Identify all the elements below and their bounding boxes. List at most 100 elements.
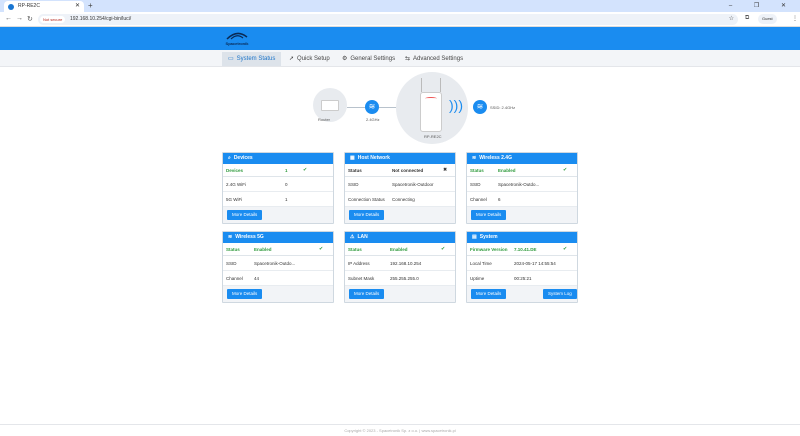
table-row: Status Enabled ✔ [223,243,333,256]
row-value: 1 [285,168,288,173]
monitor-icon: ▭ [228,56,234,62]
check-icon: ✔ [319,246,324,252]
card-footer: More Details [345,207,455,223]
router-icon [321,100,339,111]
card-footer: More Details [467,207,577,223]
close-tab-icon[interactable]: ✕ [75,1,80,12]
row-key: Firmware Version [470,247,508,252]
row-key: Connection Status [348,197,385,202]
card-title: LAN [357,234,368,240]
row-key: SSID [348,182,359,187]
network-icon: ▦ [350,155,355,161]
check-icon: ✔ [563,167,568,173]
card-header: ▤ System [467,232,577,243]
table-row: 2.4G WiFi 0 [223,177,333,192]
browser-toolbar: ← → ↻ Not secure 192.168.10.254/cgi-bin/… [0,12,800,27]
band-label: 2.4GHz [366,117,380,122]
table-row: Firmware Version 7.10.41.DE ✔ [467,243,577,256]
tab-system-status[interactable]: ▭ System Status [222,52,282,66]
more-details-button[interactable]: More Details [349,210,385,220]
check-icon: ✔ [441,246,446,252]
browser-tab-bar: RP-RE2C ✕ + – ❐ ✕ [0,0,800,12]
favicon-icon [8,4,14,10]
card-title: Wireless 2.4G [479,155,512,161]
antenna-icon [421,78,422,92]
row-key: Channel [226,276,243,281]
row-key: Status [348,168,362,173]
row-value: Spacetronik-Outdo... [254,261,296,266]
card-wireless-5g: ≋ Wireless 5G Status Enabled ✔ SSID Spacetro… [222,231,334,303]
tab-quick-setup[interactable]: ➚ Quick Setup [283,52,336,66]
brand-logo[interactable]: Spacetronik [222,31,252,47]
card-title: System [479,234,498,240]
check-icon: ✔ [303,167,308,173]
tab-label: System Status [236,56,276,62]
table-row: Connection Status Connecting [345,192,455,207]
window-controls[interactable]: – ❐ ✕ [729,0,796,12]
table-row: Devices 1 ✔ [223,164,333,177]
ssid-label: SSID: 2.4GHz [490,105,516,110]
wifi-icon: ≋ [365,100,379,114]
table-row: SSID Spacetronik-Outdo... [467,177,577,192]
menu-kebab-icon[interactable]: ⋮ [792,15,798,22]
row-value: Spacetronik-Outdo... [498,182,540,187]
row-key: Channel [470,197,487,202]
extensions-icon[interactable]: ⧉ [745,15,749,22]
card-title: Host Network [357,155,390,161]
gear-icon: ⚙ [342,56,348,62]
table-row: Channel 6 [467,192,577,207]
system-log-button[interactable]: System Log [543,289,577,299]
more-details-button[interactable]: More Details [349,289,385,299]
more-details-button[interactable]: More Details [471,210,507,220]
row-value: 00:25:21 [514,276,532,281]
topology-diagram: Router ≋ 2.4GHz RP-RE2C ))) ≋ SSID: 2.4G… [310,72,540,144]
browser-tab[interactable]: RP-RE2C ✕ [4,1,84,12]
tab-general-settings[interactable]: ⚙ General Settings [336,52,401,66]
wifi-icon: ≋ [473,100,487,114]
table-row: Status Not connected ✖ [345,164,455,177]
sliders-icon: ⇆ [405,56,411,62]
table-row: SSID Spacetronik-Outdoor [345,177,455,192]
logo-text: Spacetronik [225,41,249,46]
more-details-button[interactable]: More Details [227,289,263,299]
tab-label: Quick Setup [297,56,330,62]
new-tab-button[interactable]: + [88,1,93,11]
app-header: Spacetronik [0,27,800,50]
bookmark-star-icon[interactable]: ☆ [729,14,734,25]
cross-icon: ✖ [443,167,448,173]
row-key: Uptime [470,276,485,281]
table-row: Channel 44 [223,271,333,286]
card-header: ▦ Host Network [345,153,455,164]
router-label: Router [318,117,331,122]
card-lan: ⚠ LAN Status Enabled ✔ IP Address 192.168.10… [344,231,456,303]
extender-device-icon [420,92,442,132]
row-key: Status [226,247,240,252]
row-value: Enabled [390,247,408,252]
table-row: Uptime 00:25:21 [467,271,577,286]
security-chip[interactable]: Not secure [40,16,66,23]
tab-advanced-settings[interactable]: ⇆ Advanced Settings [399,52,469,66]
reload-icon[interactable]: ↻ [27,15,33,23]
row-value: 192.168.10.254 [390,261,422,266]
row-key: Local Time [470,261,492,266]
tab-label: General Settings [350,56,396,62]
forward-icon[interactable]: → [16,15,23,22]
more-details-button[interactable]: More Details [471,289,507,299]
table-row: Subnet Mask 255.255.255.0 [345,271,455,286]
row-value: 1 [285,197,288,202]
back-icon[interactable]: ← [5,15,12,22]
address-bar[interactable]: Not secure 192.168.10.254/cgi-bin/luci/ … [38,14,738,25]
signal-waves-icon: ))) [449,97,463,113]
table-row: Status Enabled ✔ [467,164,577,177]
row-value: 44 [254,276,260,281]
row-value: 255.255.255.0 [390,276,419,281]
tab-title: RP-RE2C [18,3,40,9]
card-header: ≋ Wireless 5G [223,232,333,243]
more-details-button[interactable]: More Details [227,210,263,220]
row-value: 6 [498,197,501,202]
page-footer: Copyright © 2023 - Spacetronik Sp. z o.o… [0,424,800,435]
card-footer: More Details [223,286,333,302]
profile-guest-button[interactable]: Guest [758,14,777,24]
row-key: Status [470,168,484,173]
row-value: Spacetronik-Outdoor [392,182,434,187]
